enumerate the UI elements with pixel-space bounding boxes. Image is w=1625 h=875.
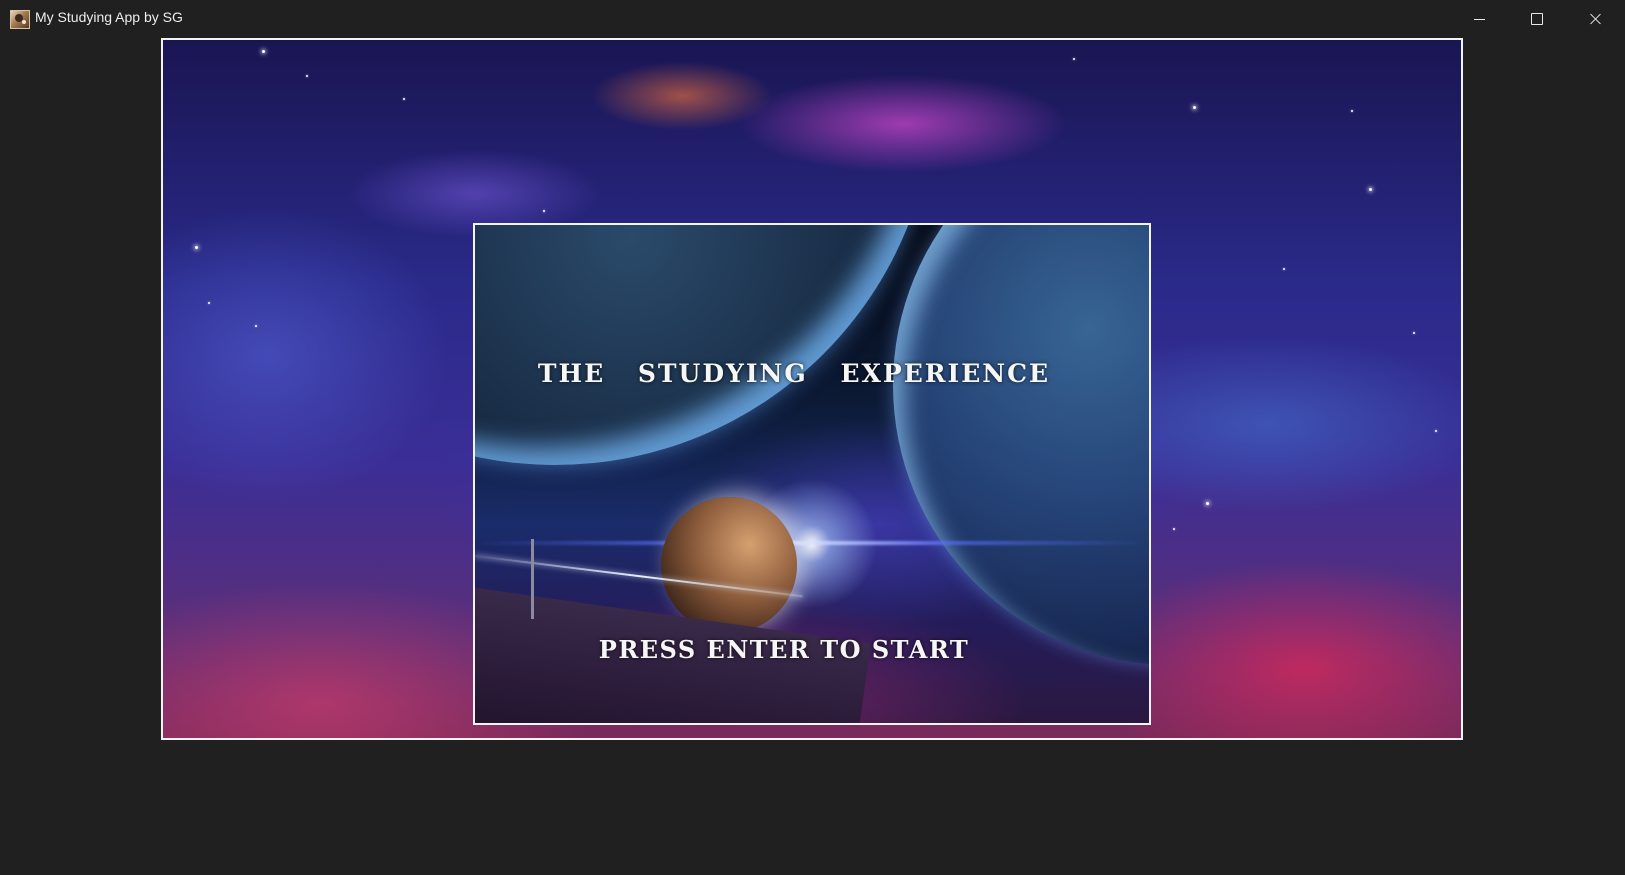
maximize-button[interactable] xyxy=(1508,0,1566,38)
game-title: THE STUDYING EXPERIENCE xyxy=(537,359,1051,388)
minimize-icon xyxy=(1473,18,1485,20)
tower-silhouette xyxy=(531,539,534,619)
large-planet-left xyxy=(475,225,935,465)
star xyxy=(1283,268,1285,270)
star xyxy=(1413,332,1415,334)
app-window: My Studying App by SG THE STUDYING EXPER… xyxy=(0,0,1625,875)
app-icon xyxy=(10,10,30,29)
maximize-icon xyxy=(1531,13,1543,25)
star xyxy=(1369,188,1372,191)
star xyxy=(1173,528,1175,530)
window-title: My Studying App by SG xyxy=(35,9,183,25)
minimize-button[interactable] xyxy=(1450,0,1508,38)
star xyxy=(543,210,545,212)
star xyxy=(1351,110,1353,112)
star xyxy=(208,302,210,304)
star xyxy=(1193,106,1196,109)
close-button[interactable] xyxy=(1567,0,1625,38)
horizon-glow xyxy=(475,541,1149,545)
star xyxy=(255,325,257,327)
star xyxy=(195,246,198,249)
star xyxy=(1206,502,1209,505)
star xyxy=(262,50,265,53)
star xyxy=(306,75,308,77)
title-bar[interactable]: My Studying App by SG xyxy=(0,0,1625,38)
close-icon xyxy=(1590,13,1602,25)
small-planet xyxy=(661,497,797,633)
large-planet-right xyxy=(893,225,1149,665)
start-screen-panel[interactable]: THE STUDYING EXPERIENCE PRESS ENTER TO S… xyxy=(473,223,1151,725)
star xyxy=(1073,58,1075,60)
star xyxy=(403,98,405,100)
star xyxy=(1435,430,1437,432)
start-prompt[interactable]: PRESS ENTER TO START xyxy=(475,635,1149,664)
